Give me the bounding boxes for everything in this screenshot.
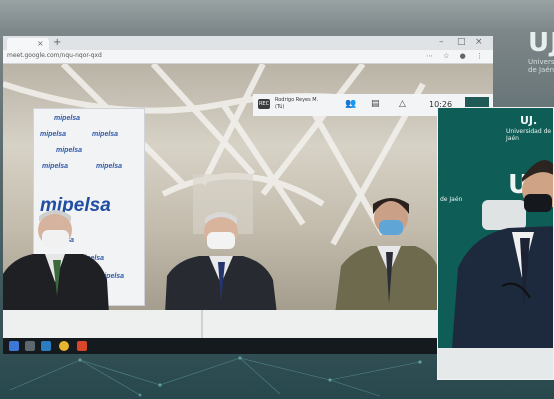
speaker-right — [335, 198, 441, 314]
close-window-icon[interactable]: × — [475, 37, 483, 47]
conference-desk — [3, 310, 443, 338]
tab-close-icon[interactable]: × — [37, 38, 44, 50]
url-field[interactable]: meet.google.com/nqu-nqor-qxd — [7, 52, 102, 59]
new-tab-icon[interactable]: + — [53, 36, 61, 50]
banner-brand-text: mipelsa — [54, 115, 81, 122]
chat-icon[interactable]: ▤ — [371, 99, 380, 109]
speaker-center — [165, 212, 277, 314]
desk-divider — [201, 310, 203, 338]
camera-feed-panel: UJ. Universidad de Jaén UJ de Jaén — [437, 107, 554, 380]
activities-icon[interactable]: △ — [399, 99, 406, 109]
wall-university-logo: UJ Universidad de Jaén — [498, 22, 554, 74]
app-icon[interactable] — [77, 341, 87, 351]
maximize-icon[interactable]: □ — [457, 37, 466, 47]
start-icon[interactable] — [9, 341, 19, 351]
windows-taskbar: ⌃ ♪ ▭ — [3, 338, 493, 354]
banner-brand-text: mipelsa — [96, 163, 123, 170]
recording-badge: REC — [258, 99, 270, 109]
chrome-icon[interactable] — [59, 341, 69, 351]
banner-brand-text: mipelsa — [56, 147, 83, 154]
camera-desk — [438, 348, 553, 379]
wall-logo-subtitle: Universidad de Jaén — [528, 58, 554, 74]
minimize-icon[interactable]: – — [439, 37, 444, 47]
address-bar-icons[interactable]: ⋯ ☆ ● ⋮ — [426, 52, 487, 60]
browser-tab[interactable]: × — [7, 38, 49, 50]
edge-icon[interactable] — [41, 341, 51, 351]
camera-person — [452, 160, 553, 348]
browser-tabstrip: × + – □ × — [3, 36, 493, 50]
banner-brand-text: mipelsa — [40, 131, 67, 138]
meet-video-stage: mipelsa mipelsa mipelsa mipelsa mipelsa … — [3, 64, 493, 338]
banner-brand-text: mipelsa — [92, 131, 119, 138]
host-name: Rodrigo Reyes M. (Tú) — [275, 97, 319, 110]
address-bar[interactable]: meet.google.com/nqu-nqor-qxd ⋯ ☆ ● ⋮ — [3, 50, 493, 64]
file-explorer-icon[interactable] — [25, 341, 35, 351]
speaker-left — [3, 210, 109, 314]
laptop-screen: × + – □ × meet.google.com/nqu-nqor-qxd ⋯… — [3, 36, 493, 354]
banner-brand-text: mipelsa — [42, 163, 69, 170]
wall-logo-text: UJ — [528, 28, 554, 58]
people-icon[interactable]: 👥 — [345, 99, 356, 109]
